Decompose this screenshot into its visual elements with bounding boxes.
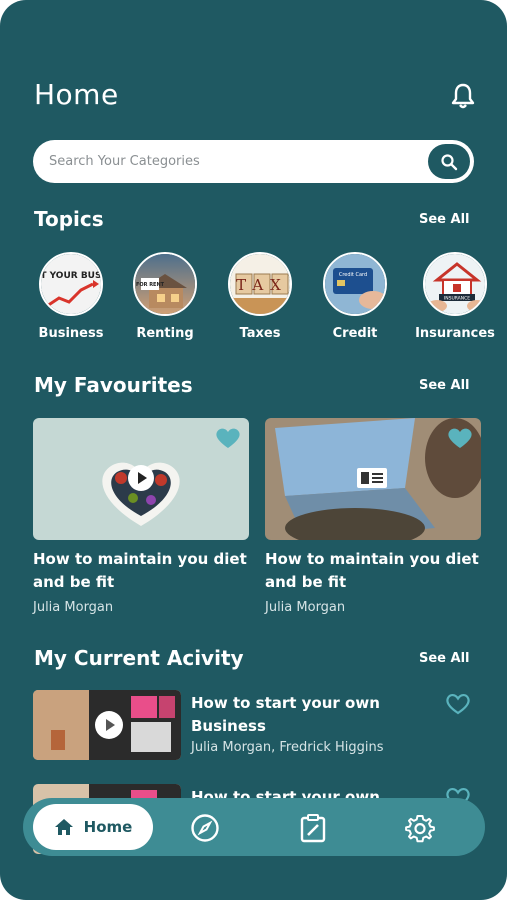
nav-home-label: Home xyxy=(83,818,133,836)
search-input[interactable] xyxy=(49,140,419,183)
search-button[interactable] xyxy=(428,144,470,179)
activity-item-author: Julia Morgan, Fredrick Higgins xyxy=(191,740,384,755)
activity-see-all-link[interactable]: See All xyxy=(419,651,470,666)
laptop-image xyxy=(265,418,481,540)
favourite-author: Julia Morgan xyxy=(265,600,346,615)
home-icon xyxy=(54,819,73,835)
topic-label: Credit xyxy=(332,326,378,341)
edit-clipboard-icon[interactable] xyxy=(298,813,328,843)
house-for-rent-thumbnail: FOR RENT xyxy=(133,252,197,316)
bottom-navigation: Home xyxy=(23,798,485,856)
app-screen: Home Topics See All START YOUR BUSINESS … xyxy=(0,0,507,900)
favourite-title: How to maintain you diet and be fit xyxy=(265,550,479,591)
svg-text:START YOUR BUSINESS: START YOUR BUSINESS xyxy=(41,271,103,281)
notification-bell-icon[interactable] xyxy=(450,82,476,110)
svg-text:INSURANCE: INSURANCE xyxy=(444,296,470,302)
topic-business[interactable]: START YOUR BUSINESS Business xyxy=(26,252,116,341)
topic-insurances[interactable]: INSURANCE Insurances xyxy=(410,252,500,341)
topic-taxes[interactable]: TAX Taxes xyxy=(215,252,305,341)
activity-title: My Current Acivity xyxy=(34,646,244,670)
house-insurance-thumbnail: INSURANCE xyxy=(423,252,487,316)
favourite-title: How to maintain you diet and be fit xyxy=(33,550,247,591)
activity-thumbnail xyxy=(33,690,181,760)
topic-label: Insurances xyxy=(415,326,495,341)
topic-label: Business xyxy=(38,326,104,341)
favourite-heart-icon[interactable] xyxy=(214,426,242,454)
favourites-title: My Favourites xyxy=(34,373,193,397)
play-icon[interactable] xyxy=(93,710,125,744)
play-icon[interactable] xyxy=(127,464,155,496)
settings-gear-icon[interactable] xyxy=(405,813,435,843)
svg-text:TAX: TAX xyxy=(236,276,288,294)
business-thumbnail: START YOUR BUSINESS xyxy=(39,252,103,316)
favourites-see-all-link[interactable]: See All xyxy=(419,378,470,393)
topic-label: Renting xyxy=(136,326,194,341)
favourite-author: Julia Morgan xyxy=(33,600,114,615)
page-title: Home xyxy=(34,78,119,111)
fruit-heart-image xyxy=(33,418,249,540)
topic-renting[interactable]: FOR RENT Renting xyxy=(120,252,210,341)
heart-outline-icon[interactable] xyxy=(444,692,472,720)
svg-text:Credit Card: Credit Card xyxy=(339,272,367,278)
topics-see-all-link[interactable]: See All xyxy=(419,212,470,227)
topics-title: Topics xyxy=(34,207,104,231)
search-icon xyxy=(441,153,458,170)
svg-text:FOR RENT: FOR RENT xyxy=(136,282,165,288)
activity-item-title: How to start your own Business xyxy=(191,694,380,735)
topic-label: Taxes xyxy=(239,326,281,341)
article-icon xyxy=(357,468,387,492)
favourite-card[interactable]: How to maintain you diet and be fit Juli… xyxy=(265,418,481,615)
tax-blocks-thumbnail: TAX xyxy=(228,252,292,316)
credit-card-thumbnail: Credit Card xyxy=(323,252,387,316)
activity-item[interactable]: How to start your own Business Julia Mor… xyxy=(33,690,478,762)
nav-home-button[interactable]: Home xyxy=(33,804,153,850)
favourite-card[interactable]: How to maintain you diet and be fit Juli… xyxy=(33,418,249,615)
topic-credit[interactable]: Credit Card Credit xyxy=(310,252,400,341)
favourite-heart-icon[interactable] xyxy=(446,426,474,454)
search-bar xyxy=(33,140,474,183)
compass-icon[interactable] xyxy=(190,813,220,843)
